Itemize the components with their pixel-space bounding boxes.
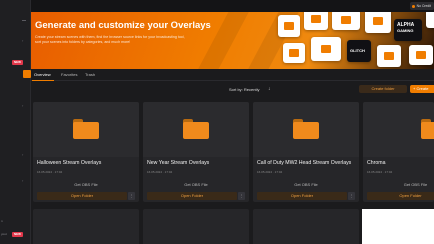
overlay-preview-tile-alpha: ALPHA GAMING: [394, 19, 422, 41]
sidebar-chevron-icon[interactable]: ›: [22, 178, 23, 183]
hero-title: Generate and customize your Overlays: [35, 20, 211, 31]
folder-icon: [183, 119, 209, 139]
sidebar-chevron-icon[interactable]: ›: [22, 152, 23, 157]
folder-preview: [253, 102, 359, 157]
tab-trash[interactable]: Trash: [85, 72, 95, 77]
folder-title: Call of Duty MW2 Head Stream Overlays: [257, 160, 352, 166]
credits-button[interactable]: No Credit: [409, 2, 434, 10]
overlay-preview-tile: [377, 45, 401, 67]
overlay-preview-tile: [365, 12, 391, 33]
folder-date: 16.05.2024 · 17:04: [367, 170, 393, 174]
sidebar-item-label[interactable]: n: [1, 219, 3, 223]
sidebar-new-badge: NEW: [12, 232, 23, 237]
folder-title: Halloween Stream Overlays: [37, 160, 102, 166]
credits-label: No Credit: [416, 4, 431, 8]
tile-text: GLITCH: [350, 48, 365, 53]
folder-card-preview[interactable]: [362, 209, 434, 244]
folder-icon: [293, 119, 319, 139]
tile-text: GAMING: [397, 28, 414, 33]
folder-preview: [363, 102, 434, 157]
open-folder-button[interactable]: Open Folder: [37, 192, 127, 200]
folder-title: New Year Stream Overlays: [147, 160, 210, 166]
overlay-preview-tile: [278, 15, 300, 37]
folder-card[interactable]: Call of Duty MW2 Head Stream Overlays 16…: [253, 102, 359, 202]
sidebar-divider: [22, 20, 26, 21]
folder-preview: [33, 102, 139, 157]
more-options-icon[interactable]: ⋮: [128, 192, 135, 200]
overlay-preview-tile-glitch: GLITCH: [347, 40, 371, 62]
overlay-preview-tile: [332, 12, 360, 30]
sort-direction-icon[interactable]: ↓: [268, 86, 271, 92]
sidebar-chevron-icon[interactable]: ›: [22, 103, 23, 108]
coin-icon: [411, 4, 415, 8]
active-tab-indicator: [32, 80, 54, 81]
folder-preview: [143, 102, 249, 157]
folder-card[interactable]: [253, 209, 359, 244]
folder-date: 16.05.2024 · 17:04: [37, 170, 63, 174]
sidebar-item-label[interactable]: yout: [1, 232, 7, 236]
hero-banner: Generate and customize your Overlays Cre…: [31, 12, 434, 69]
app-window: › NEW › › › n yout NEW No Credit Generat…: [0, 0, 434, 244]
overlay-preview-tile: [311, 37, 341, 61]
folder-date: 16.05.2024 · 17:04: [257, 170, 283, 174]
folder-card[interactable]: New Year Stream Overlays 16.05.2024 · 17…: [143, 102, 249, 202]
get-obs-file-button[interactable]: Get OBS File: [37, 181, 135, 189]
tab-favorites[interactable]: Favorites: [61, 72, 77, 77]
open-folder-button[interactable]: Open Folder: [367, 192, 434, 200]
hero-subtitle: Create your stream scenes with them, fin…: [35, 35, 185, 44]
tab-overview[interactable]: Overview: [34, 72, 51, 77]
get-obs-file-button[interactable]: Get OBS File: [147, 181, 245, 189]
open-folder-button[interactable]: Open Folder: [147, 192, 237, 200]
sidebar-new-badge: NEW: [12, 60, 23, 65]
sidebar: › NEW › › › n yout NEW: [0, 0, 31, 244]
sort-dropdown[interactable]: Sort by: Recently: [229, 87, 259, 92]
folder-card[interactable]: [143, 209, 249, 244]
folder-date: 16.05.2024 · 17:04: [147, 170, 173, 174]
open-folder-button[interactable]: Open Folder: [257, 192, 347, 200]
overlay-preview-tile: [304, 12, 328, 30]
folder-card[interactable]: Halloween Stream Overlays 16.05.2024 · 1…: [33, 102, 139, 202]
sidebar-active-indicator: [23, 70, 31, 78]
overlay-preview-tile: [283, 43, 305, 63]
more-options-icon[interactable]: ⋮: [348, 192, 355, 200]
sidebar-chevron-icon[interactable]: ›: [22, 38, 23, 43]
folder-title: Chroma: [367, 160, 386, 166]
get-obs-file-button[interactable]: Get OBS File: [257, 181, 355, 189]
overlay-preview-tile: [426, 12, 434, 28]
sidebar-item-active[interactable]: [0, 70, 31, 78]
folder-icon: [73, 119, 99, 139]
folder-card[interactable]: [33, 209, 139, 244]
create-button[interactable]: + Create: [410, 85, 434, 93]
folder-icon: [421, 119, 434, 139]
get-obs-file-button[interactable]: Get OBS File: [367, 181, 434, 189]
overlay-preview-tile: [409, 45, 433, 65]
top-bar: No Credit: [31, 0, 434, 12]
create-folder-button[interactable]: Create folder: [359, 85, 407, 93]
more-options-icon[interactable]: ⋮: [238, 192, 245, 200]
folder-card[interactable]: Chroma 16.05.2024 · 17:04 Get OBS File O…: [363, 102, 434, 202]
tab-bar: Overview Favorites Trash: [31, 69, 434, 81]
